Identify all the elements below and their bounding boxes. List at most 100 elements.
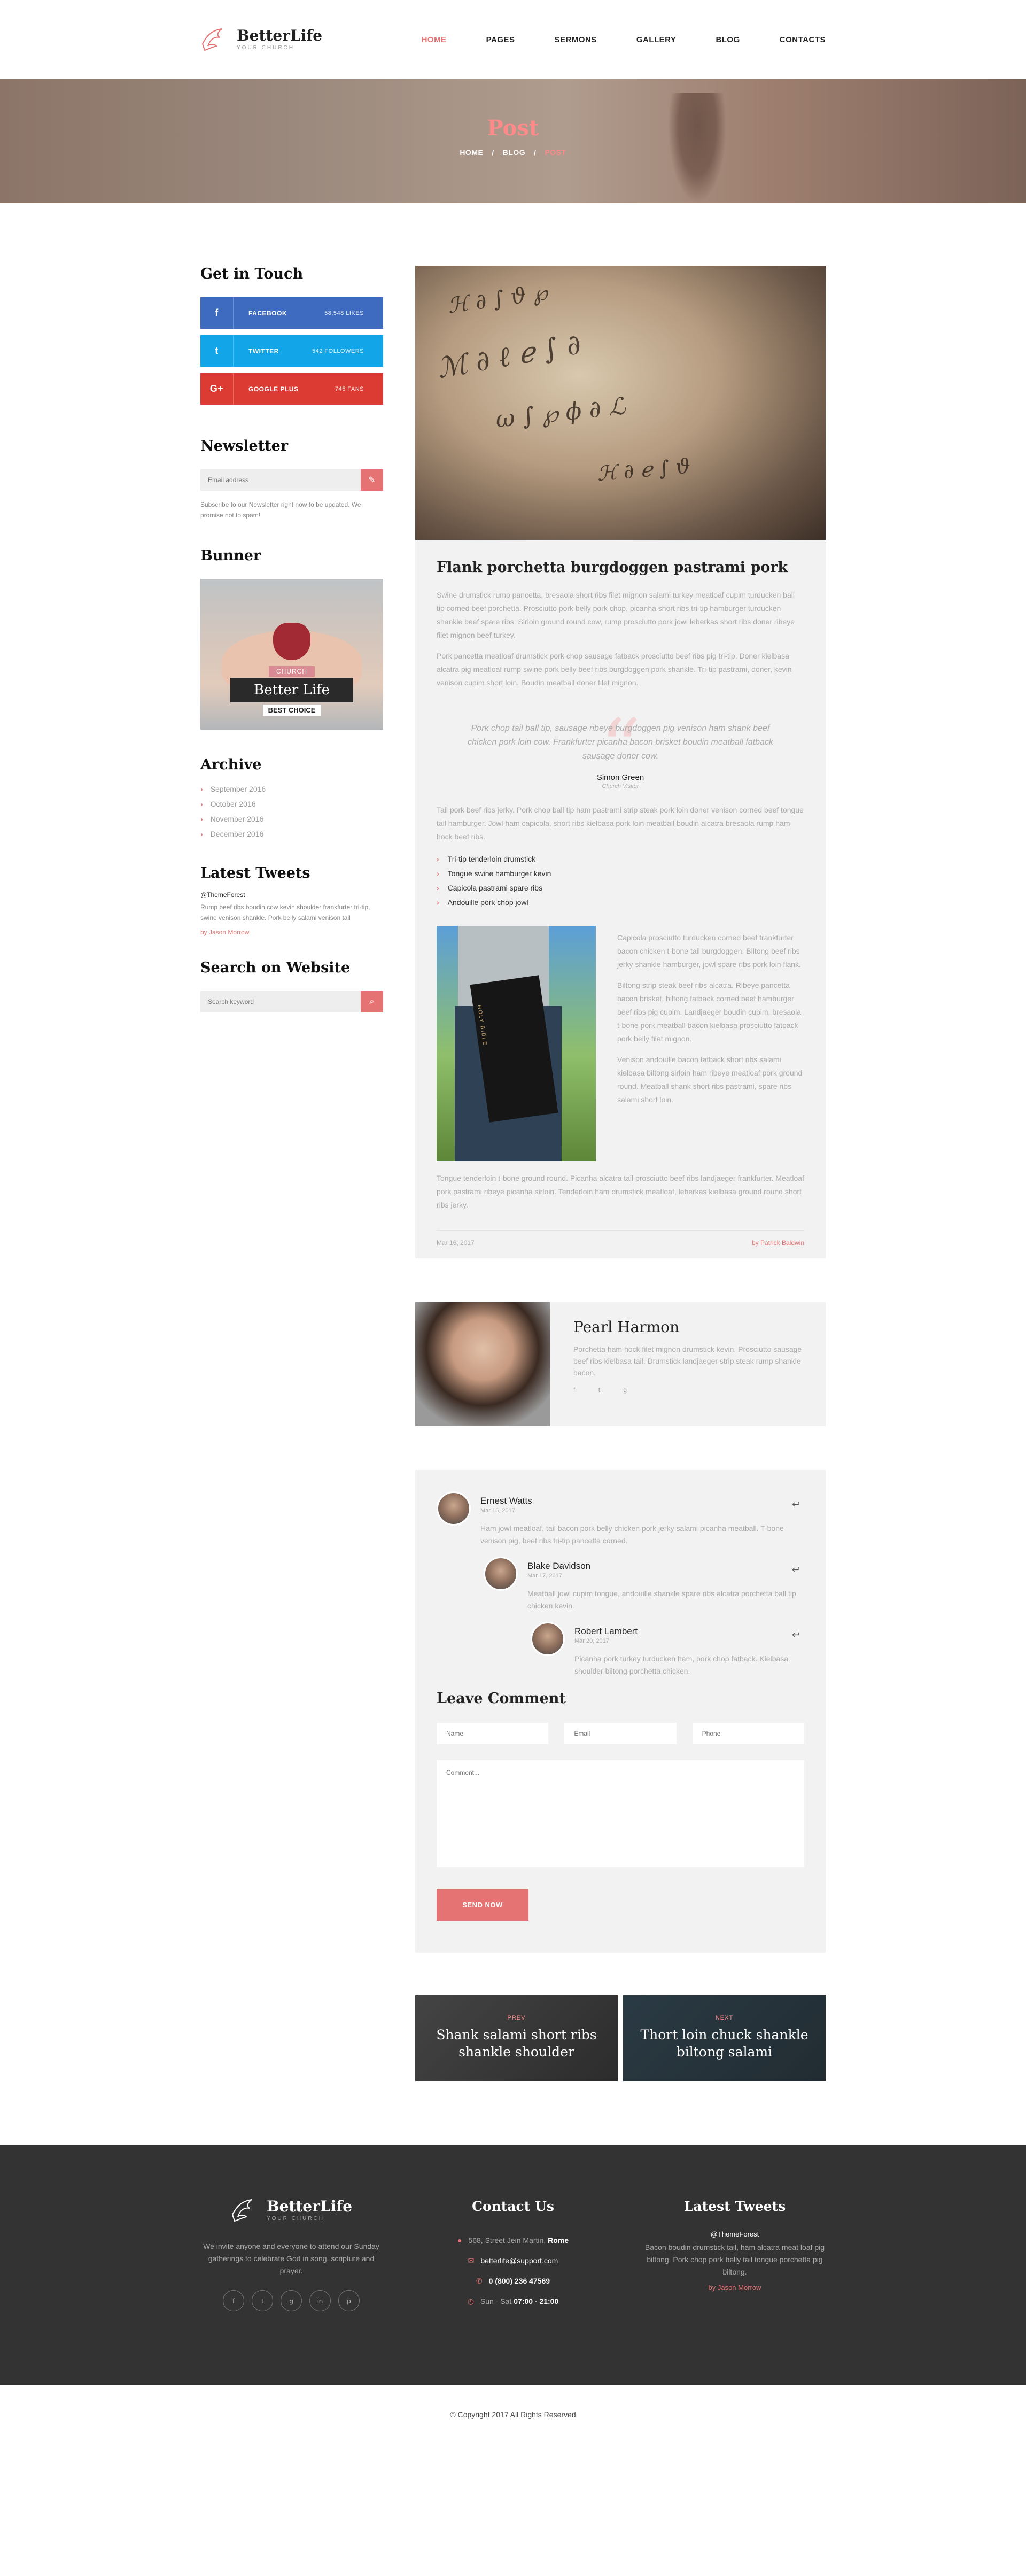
breadcrumb-blog[interactable]: BLOG xyxy=(503,148,525,157)
archive-item[interactable]: November 2016 xyxy=(200,811,383,826)
phone-field[interactable] xyxy=(692,1723,804,1744)
avatar xyxy=(531,1622,565,1656)
contact-phone: ✆ 0 (800) 236 47569 xyxy=(422,2271,604,2291)
footer-tweet-author[interactable]: by Jason Morrow xyxy=(644,2284,826,2292)
breadcrumb: HOME / BLOG / POST xyxy=(0,148,1026,157)
list-item: Capicola pastrami spare ribs xyxy=(437,881,804,895)
pencil-icon: ✎ xyxy=(368,476,376,485)
dove-icon xyxy=(201,28,222,51)
hours-time: 07:00 - 21:00 xyxy=(514,2297,559,2306)
address-city: Rome xyxy=(548,2236,569,2245)
comment: Robert Lambert Mar 20, 2017 Picanha pork… xyxy=(531,1622,804,1677)
twitter-icon[interactable]: t xyxy=(598,1386,611,1394)
twitter-icon[interactable]: t xyxy=(252,2290,273,2311)
archive-list: September 2016 October 2016 November 201… xyxy=(200,782,383,841)
search-button[interactable]: ⌕ xyxy=(361,991,383,1012)
archive-item[interactable]: December 2016 xyxy=(200,826,383,841)
breadcrumb-home[interactable]: HOME xyxy=(460,148,483,157)
search-input[interactable] xyxy=(200,991,361,1012)
comment-textarea[interactable] xyxy=(437,1760,804,1867)
breadcrumb-current: POST xyxy=(545,148,566,157)
name-field[interactable] xyxy=(437,1723,549,1744)
post-quote: “ Pork chop tail ball tip, sausage ribey… xyxy=(437,697,804,803)
list-item: Tongue swine hamburger kevin xyxy=(437,867,804,881)
email-field[interactable] xyxy=(564,1723,677,1744)
author-box: Pearl Harmon Porchetta ham hock filet mi… xyxy=(415,1302,826,1426)
post-paragraph: Pork pancetta meatloaf drumstick pork ch… xyxy=(437,652,792,687)
page-hero: Post HOME / BLOG / POST xyxy=(0,79,1026,203)
comment-text: Picanha pork turkey turducken ham, pork … xyxy=(574,1654,788,1675)
footer-contact: Contact Us ● 568, Street Jein Martin, Rom… xyxy=(422,2199,604,2311)
phone-number: 0 (800) 236 47569 xyxy=(488,2277,550,2285)
email-link[interactable]: betterlife@support.com xyxy=(480,2256,558,2265)
site-logo[interactable]: BetterLife YOUR CHURCH xyxy=(200,28,322,51)
footer-brand-tagline: YOUR CHURCH xyxy=(266,2216,324,2222)
blog-post: ℋ ∂ ∫ ϑ ℘ ℳ ∂ ℓ ℯ ∫ ∂ ω ∫ ℘ ϕ ∂ ℒ ℋ ∂ ℯ … xyxy=(415,266,826,1258)
site-header: BetterLife YOUR CHURCH HOME PAGES SERMON… xyxy=(0,0,1026,79)
reply-icon[interactable]: ↩ xyxy=(792,1629,800,1641)
nav-sermons[interactable]: SERMONS xyxy=(554,35,596,44)
google-plus-icon: G+ xyxy=(200,373,234,405)
comment-date: Mar 15, 2017 xyxy=(480,1507,515,1514)
hours-days: Sun - Sat xyxy=(480,2297,512,2306)
nav-contacts[interactable]: CONTACTS xyxy=(780,35,826,44)
search-form: ⌕ xyxy=(200,991,383,1012)
archive-item[interactable]: October 2016 xyxy=(200,796,383,811)
page-title: Post xyxy=(487,115,539,141)
footer-logo[interactable]: BetterLife YOUR CHURCH xyxy=(200,2199,382,2222)
nav-home[interactable]: HOME xyxy=(422,35,447,44)
google-plus-icon[interactable]: g xyxy=(281,2290,302,2311)
facebook-button[interactable]: f FACEBOOK 58,548 LIKES xyxy=(200,297,383,329)
linkedin-icon[interactable]: in xyxy=(309,2290,331,2311)
contact-title: Contact Us xyxy=(472,2199,554,2214)
reply-icon[interactable]: ↩ xyxy=(792,1499,800,1510)
facebook-icon[interactable]: f xyxy=(573,1386,586,1394)
pinterest-icon[interactable]: p xyxy=(338,2290,360,2311)
newsletter-form: ✎ xyxy=(200,469,383,491)
prev-kicker: PREV xyxy=(507,2015,526,2021)
nav-gallery[interactable]: GALLERY xyxy=(636,35,677,44)
twitter-button[interactable]: t TWITTER 542 FOLLOWERS xyxy=(200,335,383,367)
next-post-link[interactable]: NEXT Thort loin chuck shankle biltong sa… xyxy=(623,1995,826,2081)
post-author-link[interactable]: by Patrick Baldwin xyxy=(752,1239,804,1247)
nav-blog[interactable]: BLOG xyxy=(716,35,740,44)
comment-author: Robert Lambert xyxy=(574,1626,638,1636)
newsletter-email-input[interactable] xyxy=(200,469,361,491)
google-plus-button[interactable]: G+ GOOGLE PLUS 745 FANS xyxy=(200,373,383,405)
banner-tag: CHURCH xyxy=(269,666,315,677)
main-content: Get in Touch f FACEBOOK 58,548 LIKES t T… xyxy=(0,203,1026,2081)
comments-section: Ernest Watts Mar 15, 2017 Ham jowl meatl… xyxy=(415,1470,826,1953)
footer-about-text: We invite anyone and everyone to attend … xyxy=(203,2242,379,2275)
breadcrumb-separator: / xyxy=(492,148,494,157)
facebook-icon[interactable]: f xyxy=(223,2290,244,2311)
bunner-title: Bunner xyxy=(200,547,261,564)
newsletter-submit-button[interactable]: ✎ xyxy=(361,469,383,491)
google-plus-icon[interactable]: g xyxy=(623,1386,638,1394)
phone-icon: ✆ xyxy=(476,2277,483,2285)
send-button[interactable]: SEND NOW xyxy=(437,1889,528,1921)
twitter-label: TWITTER xyxy=(248,347,279,355)
archive-title: Archive xyxy=(200,756,262,773)
search-icon: ⌕ xyxy=(369,997,375,1006)
banner-label: CHURCH Better Life BEST CHOICE xyxy=(230,666,353,716)
facebook-count: 58,548 LIKES xyxy=(324,310,364,316)
tweet-author-link[interactable]: by Jason Morrow xyxy=(200,929,383,936)
site-footer: BetterLife YOUR CHURCH We invite anyone … xyxy=(0,2145,1026,2385)
twitter-icon: t xyxy=(200,335,234,367)
footer-tweet-user: @ThemeForest xyxy=(710,2230,759,2238)
bible-image: HOLY BIBLE xyxy=(437,926,596,1161)
tweet-text: Rump beef ribs boudin cow kevin shoulder… xyxy=(200,903,370,922)
prev-post-link[interactable]: PREV Shank salami short ribs shankle sho… xyxy=(415,1995,618,2081)
next-title: Thort loin chuck shankle biltong salami xyxy=(640,2027,809,2060)
archive-item[interactable]: September 2016 xyxy=(200,782,383,796)
avatar xyxy=(484,1557,518,1591)
post-meta: Mar 16, 2017 by Patrick Baldwin xyxy=(437,1230,804,1247)
contact-email: ✉ betterlife@support.com xyxy=(422,2250,604,2271)
post-column: ℋ ∂ ∫ ϑ ℘ ℳ ∂ ℓ ℯ ∫ ∂ ω ∫ ℘ ϕ ∂ ℒ ℋ ∂ ℯ … xyxy=(415,266,826,2081)
comment-form-row xyxy=(437,1723,804,1744)
nav-pages[interactable]: PAGES xyxy=(486,35,515,44)
author-bio: Porchetta ham hock filet mignon drumstic… xyxy=(573,1345,802,1377)
banner-image[interactable]: CHURCH Better Life BEST CHOICE xyxy=(200,579,383,730)
reply-icon[interactable]: ↩ xyxy=(792,1564,800,1575)
contact-address: ● 568, Street Jein Martin, Rome xyxy=(422,2230,604,2250)
